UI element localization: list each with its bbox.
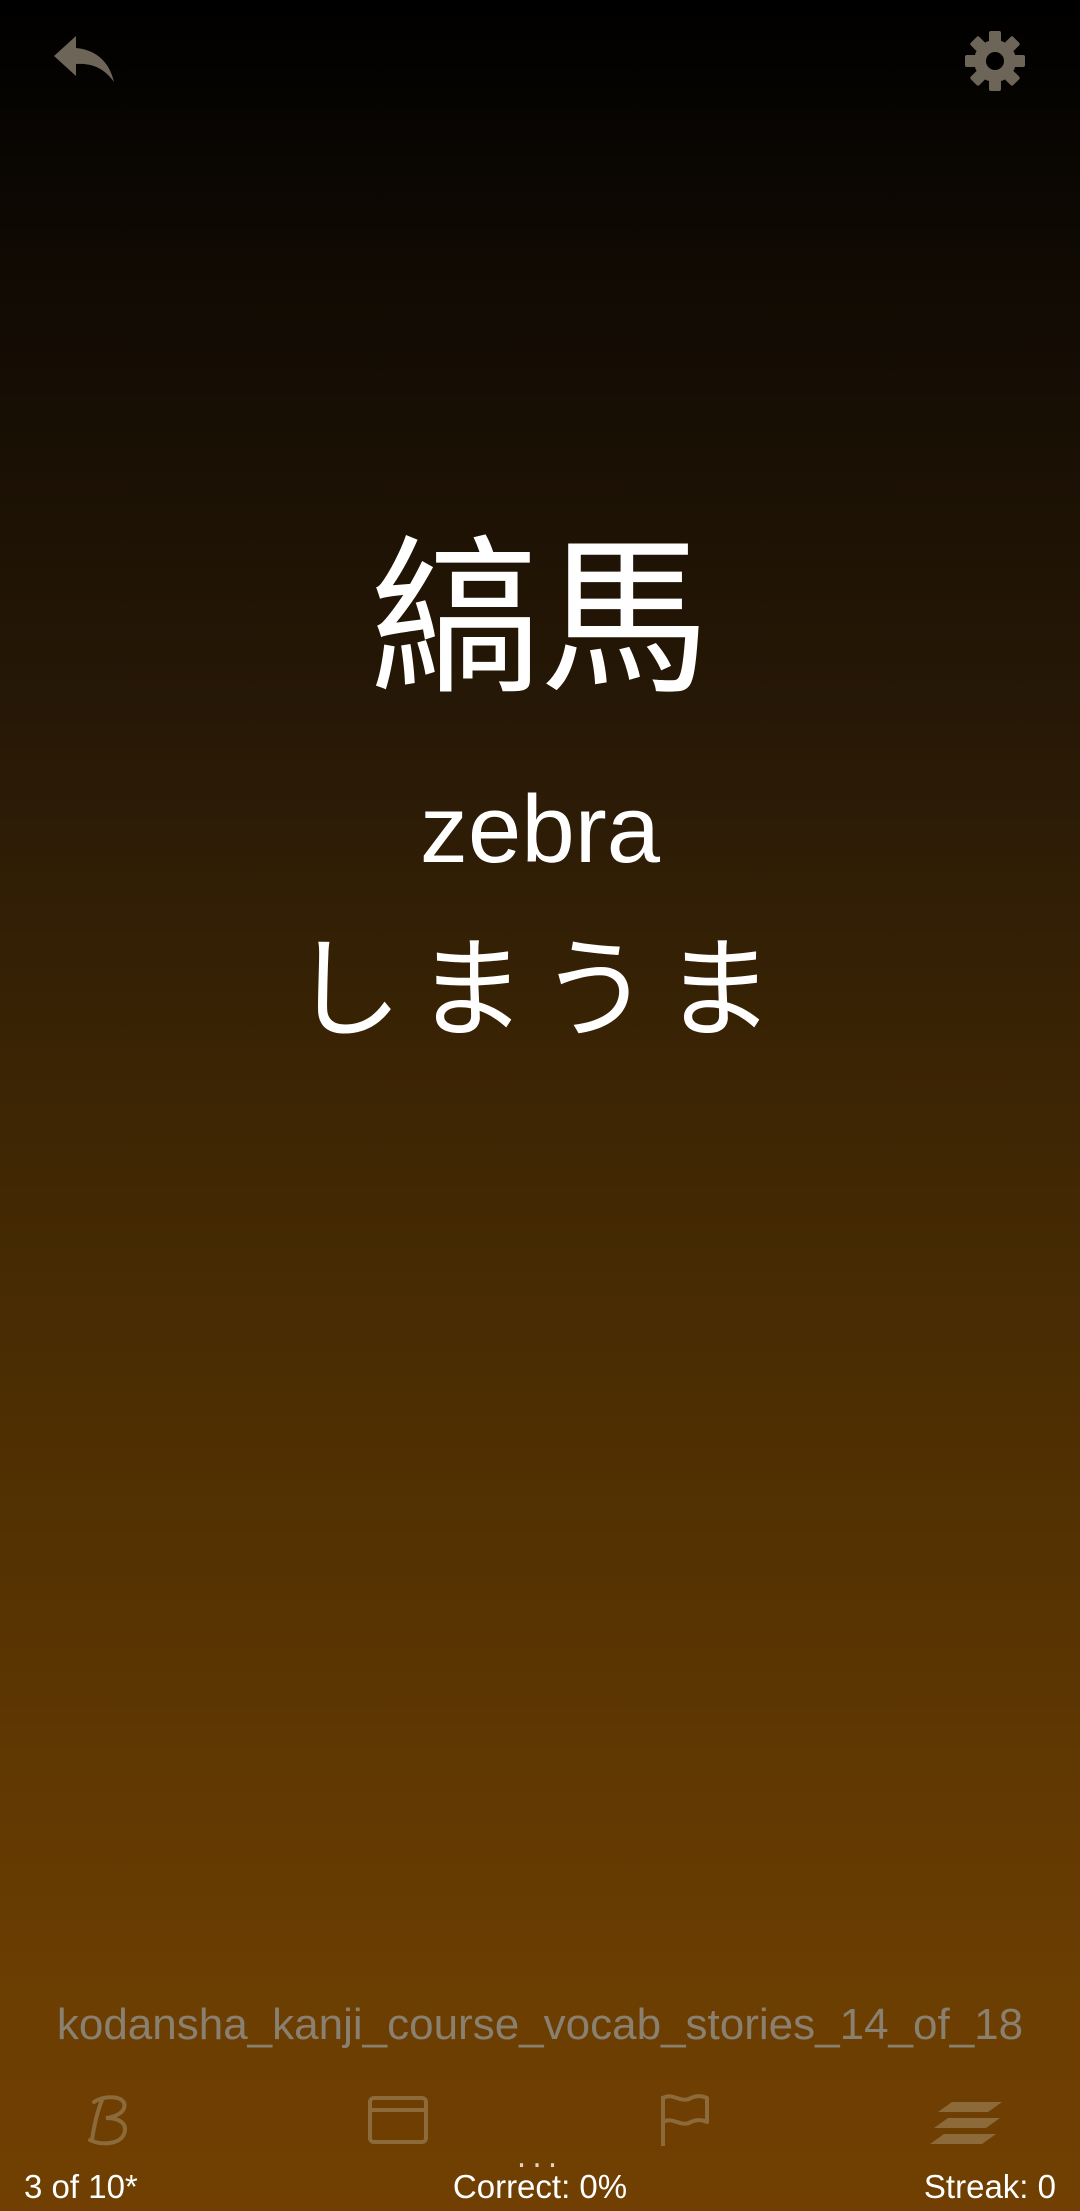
settings-button[interactable]	[962, 28, 1028, 94]
streak-count: Streak: 0	[923, 2168, 1056, 2205]
correct-percent: Correct: 0%	[452, 2168, 628, 2205]
back-button[interactable]	[50, 30, 120, 90]
deck-name: kodansha_kanji_course_vocab_stories_14_o…	[56, 2000, 1024, 2049]
card-meaning: zebra	[419, 776, 661, 883]
top-bar	[0, 0, 1080, 120]
card-reading: しまうま	[292, 926, 788, 1054]
card-kanji: 縞馬	[369, 521, 710, 719]
gear-icon	[965, 31, 1025, 91]
reply-arrow-icon	[54, 36, 114, 82]
